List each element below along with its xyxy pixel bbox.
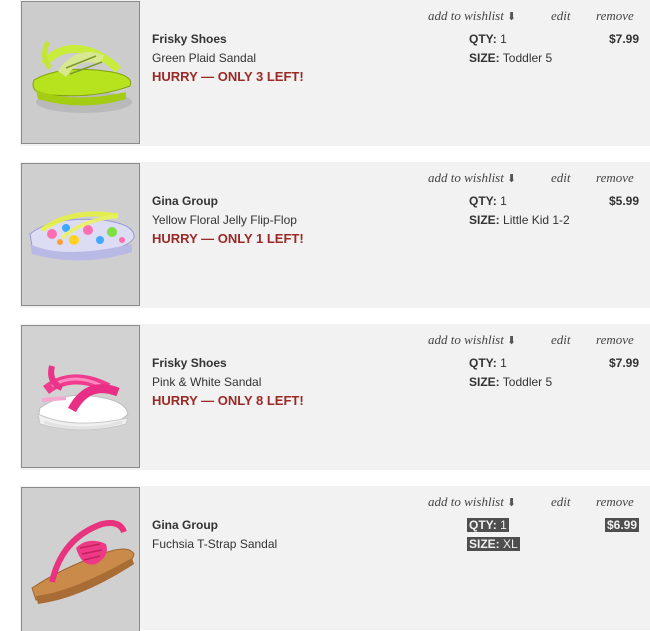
- edit-link[interactable]: edit: [551, 8, 571, 24]
- product-brand[interactable]: Frisky Shoes: [152, 32, 227, 46]
- add-to-wishlist-link[interactable]: add to wishlist ⬇: [428, 332, 516, 348]
- product-name[interactable]: Fuchsia T-Strap Sandal: [152, 537, 277, 551]
- product-image[interactable]: [21, 163, 140, 306]
- add-to-wishlist-link[interactable]: add to wishlist ⬇: [428, 494, 516, 510]
- down-arrow-icon: ⬇: [506, 11, 517, 23]
- stock-warning: HURRY — ONLY 8 LEFT!: [152, 393, 304, 408]
- down-arrow-icon: ⬇: [506, 335, 517, 347]
- quantity: QTY: 1: [469, 32, 507, 46]
- stock-warning: HURRY — ONLY 1 LEFT!: [152, 231, 304, 246]
- product-brand[interactable]: Gina Group: [152, 518, 218, 532]
- quantity: QTY: 1: [469, 194, 507, 208]
- product-name[interactable]: Pink & White Sandal: [152, 375, 261, 389]
- size-label: SIZE:: [469, 213, 500, 227]
- wishlist-label: add to wishlist: [428, 170, 504, 185]
- size-value: XL: [503, 537, 518, 551]
- edit-link[interactable]: edit: [551, 494, 571, 510]
- edit-link[interactable]: edit: [551, 170, 571, 186]
- green-plaid-sandal-icon: [22, 2, 139, 143]
- cart-item: add to wishlist ⬇ edit remove Frisky Shoe…: [20, 324, 650, 470]
- qty-label: QTY:: [469, 32, 497, 46]
- qty-label: QTY:: [469, 356, 497, 370]
- qty-highlight: QTY: 1: [467, 518, 509, 532]
- product-image[interactable]: [21, 325, 140, 468]
- size-label: SIZE:: [469, 375, 500, 389]
- qty-value: 1: [500, 32, 507, 46]
- qty-label: QTY:: [469, 194, 497, 208]
- cart-item: add to wishlist ⬇ edit remove Gina Group …: [20, 486, 650, 631]
- size-value: Toddler 5: [502, 375, 553, 389]
- cart-item: add to wishlist ⬇ edit remove Frisky Shoe…: [20, 0, 650, 146]
- down-arrow-icon: ⬇: [506, 497, 517, 509]
- size-value: Toddler 5: [502, 51, 553, 65]
- product-name[interactable]: Green Plaid Sandal: [152, 51, 256, 65]
- cart-item: add to wishlist ⬇ edit remove Gina Group …: [20, 162, 650, 308]
- remove-link[interactable]: remove: [596, 332, 634, 348]
- stock-warning: HURRY — ONLY 3 LEFT!: [152, 69, 304, 84]
- size-value: Little Kid 1-2: [503, 213, 570, 227]
- product-name[interactable]: Yellow Floral Jelly Flip-Flop: [152, 213, 297, 227]
- price-highlight: $6.99: [604, 518, 639, 532]
- pink-white-sandal-icon: [22, 326, 139, 467]
- add-to-wishlist-link[interactable]: add to wishlist ⬇: [428, 170, 516, 186]
- product-brand[interactable]: Gina Group: [152, 194, 218, 208]
- down-arrow-icon: ⬇: [506, 173, 517, 185]
- edit-link[interactable]: edit: [551, 332, 571, 348]
- size: SIZE: Toddler 5: [469, 51, 552, 65]
- wishlist-label: add to wishlist: [428, 494, 504, 509]
- quantity: QTY: 1: [469, 356, 507, 370]
- product-image[interactable]: [21, 487, 140, 631]
- qty-value: 1: [500, 356, 507, 370]
- size-highlight: SIZE: XL: [467, 537, 520, 551]
- size: SIZE: Little Kid 1-2: [469, 213, 570, 227]
- item-price: $7.99: [608, 32, 639, 46]
- size: SIZE: Toddler 5: [469, 375, 552, 389]
- product-image[interactable]: [21, 1, 140, 144]
- size: SIZE: XL: [467, 537, 520, 551]
- qty-label: QTY:: [469, 518, 497, 532]
- size-label: SIZE:: [469, 537, 500, 551]
- add-to-wishlist-link[interactable]: add to wishlist ⬇: [428, 8, 516, 24]
- size-label: SIZE:: [469, 51, 500, 65]
- remove-link[interactable]: remove: [596, 8, 634, 24]
- fuchsia-tstrap-sandal-icon: [22, 488, 139, 631]
- quantity: QTY: 1: [467, 518, 509, 532]
- wishlist-label: add to wishlist: [428, 332, 504, 347]
- wishlist-label: add to wishlist: [428, 8, 504, 23]
- yellow-floral-flip-flop-icon: [22, 164, 139, 305]
- remove-link[interactable]: remove: [596, 494, 634, 510]
- item-price: $7.99: [608, 356, 639, 370]
- qty-value: 1: [500, 194, 507, 208]
- item-price: $6.99: [604, 518, 639, 532]
- item-price: $5.99: [608, 194, 639, 208]
- qty-value: 1: [500, 518, 507, 532]
- product-brand[interactable]: Frisky Shoes: [152, 356, 227, 370]
- remove-link[interactable]: remove: [596, 170, 634, 186]
